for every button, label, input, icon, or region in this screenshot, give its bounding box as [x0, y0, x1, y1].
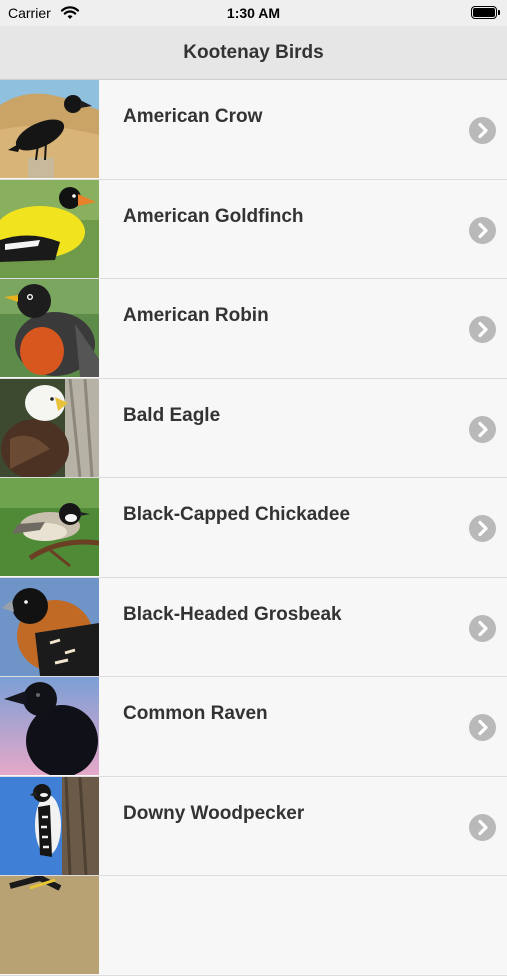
american-goldfinch-photo	[0, 179, 99, 278]
chevron-right-icon[interactable]	[469, 614, 496, 642]
bird-name: American Goldfinch	[123, 205, 304, 227]
common-raven-photo	[0, 677, 99, 775]
chevron-right-icon[interactable]	[469, 216, 496, 244]
american-crow-photo	[0, 80, 99, 178]
bird-name: Downy Woodpecker	[123, 802, 305, 824]
list-item[interactable]: Bald Eagle	[0, 378, 507, 478]
black-headed-grosbeak-photo	[0, 577, 99, 676]
partial-bird-photo	[0, 876, 99, 974]
chevron-right-icon[interactable]	[469, 813, 496, 841]
bird-list: American Crow American Goldfinch America…	[0, 80, 507, 976]
list-item[interactable]: American Crow	[0, 80, 507, 180]
list-item[interactable]: Black-Capped Chickadee	[0, 478, 507, 578]
chevron-right-icon[interactable]	[469, 415, 496, 443]
list-item[interactable]: American Robin	[0, 279, 507, 379]
chevron-right-icon[interactable]	[469, 515, 496, 542]
bird-name: Black-Capped Chickadee	[123, 504, 351, 525]
chevron-right-icon[interactable]	[469, 117, 496, 144]
black-capped-chickadee-photo	[0, 478, 99, 576]
list-item[interactable]: Common Raven	[0, 677, 507, 777]
chevron-right-icon[interactable]	[469, 316, 496, 343]
bird-name: American Crow	[123, 106, 263, 127]
bird-name: Bald Eagle	[123, 404, 221, 426]
status-bar: Carrier 1:30 AM	[0, 0, 507, 26]
list-item[interactable]: Downy Woodpecker	[0, 776, 507, 876]
navigation-bar: Kootenay Birds	[0, 26, 507, 80]
american-robin-photo	[0, 279, 99, 377]
list-item[interactable]: Black-Headed Grosbeak	[0, 577, 507, 677]
bald-eagle-photo	[0, 378, 99, 477]
page-title: Kootenay Birds	[183, 42, 324, 63]
bird-name: Black-Headed Grosbeak	[123, 603, 342, 625]
bird-name: American Robin	[123, 305, 269, 326]
list-item[interactable]	[0, 876, 507, 976]
clock: 1:30 AM	[226, 5, 281, 21]
downy-woodpecker-photo	[0, 776, 99, 875]
bird-name: Common Raven	[123, 703, 268, 724]
chevron-right-icon[interactable]	[469, 714, 496, 741]
list-item[interactable]: American Goldfinch	[0, 179, 507, 279]
battery-icon	[471, 6, 500, 19]
